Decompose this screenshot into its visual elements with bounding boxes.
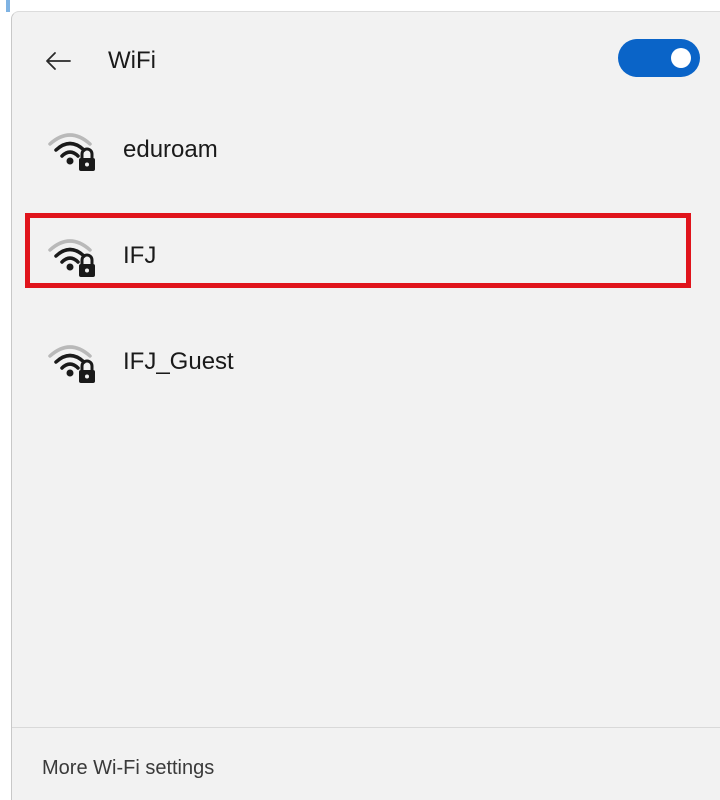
network-name: IFJ: [123, 242, 157, 269]
accent-mark: [6, 0, 10, 12]
network-name: eduroam: [123, 136, 218, 163]
more-wifi-settings-link[interactable]: More Wi-Fi settings: [42, 757, 214, 780]
wifi-secured-icon: [48, 239, 95, 277]
network-name: IFJ_Guest: [123, 348, 234, 375]
arrow-left-icon: [46, 52, 71, 70]
back-button[interactable]: [42, 45, 74, 77]
panel-header: WiFi: [12, 12, 720, 108]
desktop-edge: [0, 0, 11, 800]
network-item-ifj[interactable]: IFJ: [12, 222, 720, 286]
footer-divider: [12, 727, 720, 728]
wifi-toggle[interactable]: [618, 39, 700, 77]
wifi-secured-icon: [48, 133, 95, 171]
network-item-eduroam[interactable]: eduroam: [12, 116, 720, 180]
toggle-knob: [671, 48, 691, 68]
page-title: WiFi: [108, 47, 156, 74]
wifi-secured-icon: [48, 345, 95, 383]
network-item-ifj-guest[interactable]: IFJ_Guest: [12, 328, 720, 392]
wifi-panel: WiFi eduroam IFJ IFJ_Guest More Wi-Fi se…: [11, 11, 720, 800]
